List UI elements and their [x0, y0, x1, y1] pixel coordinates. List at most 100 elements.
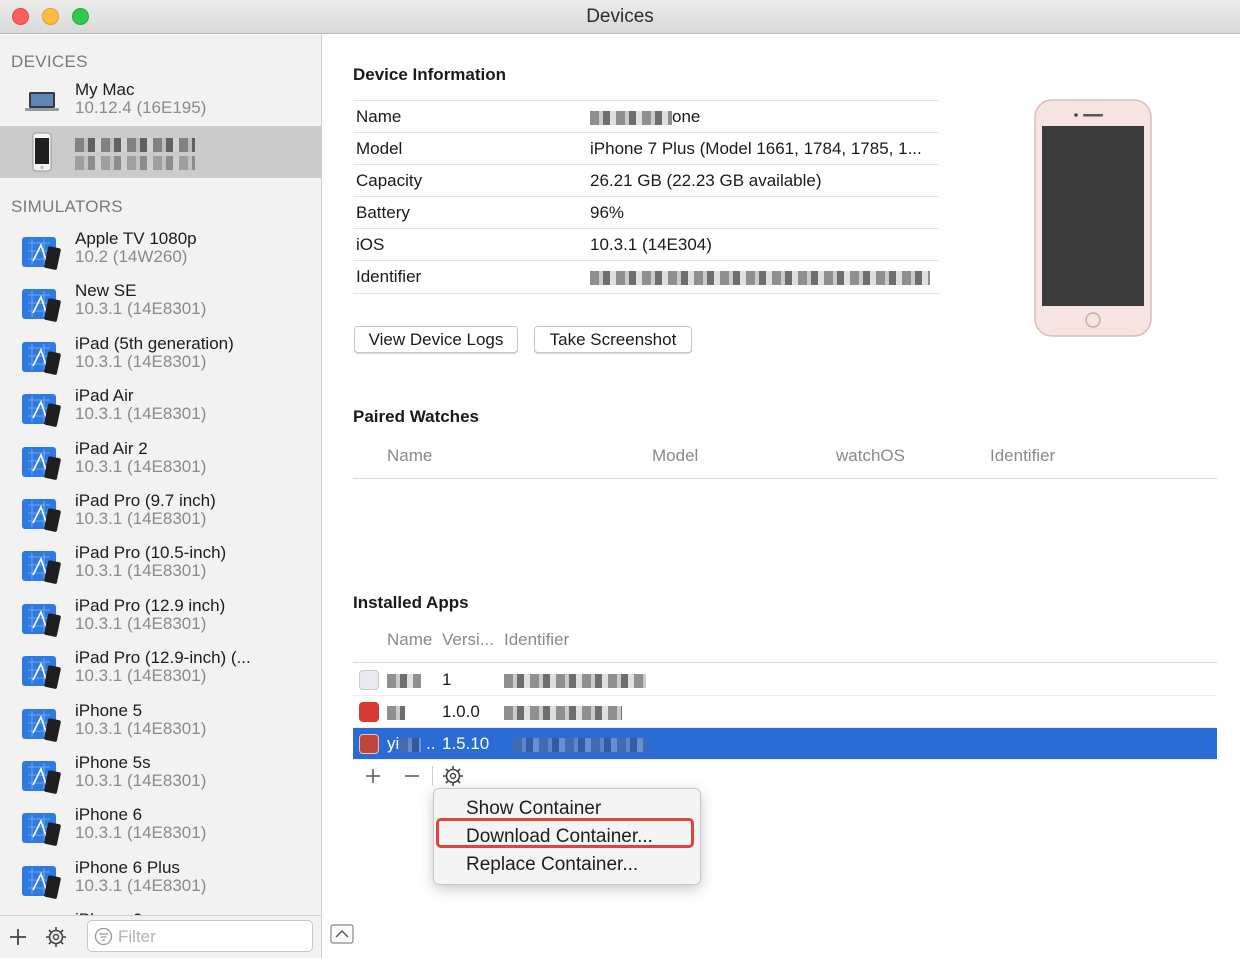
simulator-os-version: 10.2 (14W260) [75, 247, 188, 266]
title-bar: Devices [0, 0, 1240, 34]
info-label: iOS [356, 235, 385, 254]
device-information-title: Device Information [353, 65, 507, 84]
simulator-item[interactable]: iPhone 6 10.3.1 (14E8301) [0, 800, 321, 852]
device-item-iphone[interactable] [0, 126, 321, 178]
simulator-name: Apple TV 1080p [75, 229, 197, 248]
simulator-name: iPad Air 2 [75, 438, 148, 458]
simulator-os-version: 10.3.1 (14E8301) [75, 404, 207, 424]
simulator-os-version: 10.3.1 (14E8301) [75, 666, 207, 686]
app-identifier-redacted [504, 670, 646, 690]
view-device-logs-button[interactable]: View Device Logs [354, 326, 518, 353]
app-identifier-redacted [513, 734, 647, 754]
info-value-redacted [590, 267, 930, 287]
info-label: Name [356, 107, 402, 126]
info-row-battery: Battery 96% [353, 196, 940, 228]
simulator-icon [22, 394, 61, 428]
simulator-icon [22, 551, 61, 585]
column-header-watchos[interactable]: watchOS [836, 446, 905, 466]
info-label: Model [356, 139, 403, 158]
simulator-icon [22, 708, 61, 742]
device-os-redacted [75, 152, 195, 172]
column-header-version[interactable]: Versi... [442, 630, 494, 650]
column-header-name[interactable]: Name [387, 446, 432, 466]
simulator-name: iPhone 5 [75, 700, 143, 720]
simulator-name: iPad Pro (10.5-inch) [75, 543, 227, 563]
column-header-name[interactable]: Name [387, 630, 432, 650]
simulator-item[interactable]: iPhone 6 Plus 10.3.1 (14E8301) [0, 853, 321, 905]
menu-item-replace-container[interactable]: Replace Container... [466, 854, 638, 876]
menu-item-show-container[interactable]: Show Container [466, 798, 601, 820]
simulator-icon [22, 761, 61, 794]
simulator-item[interactable]: iPad Pro (10.5-inch) 10.3.1 (14E8301) [0, 538, 321, 590]
add-app-button[interactable] [364, 767, 382, 785]
simulator-os-version: 10.3.1 (14E8301) [75, 718, 207, 738]
add-device-button[interactable] [8, 927, 28, 947]
info-row-identifier: Identifier [353, 260, 940, 294]
filter-field[interactable]: Filter [87, 920, 313, 952]
simulator-item[interactable]: iPad Pro (12.9-inch) (... 10.3.1 (14E8301… [0, 643, 321, 695]
simulator-item[interactable]: iPad Air 10.3.1 (14E8301) [0, 381, 321, 433]
simulator-os-version: 10.3.1 (14E8301) [75, 351, 207, 371]
info-value: 10.3.1 (14E304) [590, 235, 712, 254]
app-shield-icon [359, 702, 379, 722]
simulator-item[interactable]: iPad Air 2 10.3.1 (14E8301) [0, 434, 321, 486]
simulator-item[interactable]: New SE 10.3.1 (14E8301) [0, 276, 321, 328]
simulator-name: iPad Air [75, 386, 134, 406]
simulator-name: New SE [75, 281, 137, 301]
column-header-identifier[interactable]: Identifier [504, 630, 569, 650]
simulators-header: SIMULATORS [11, 197, 123, 216]
simulator-name: iPad (5th generation) [75, 333, 234, 353]
column-header-model[interactable]: Model [652, 446, 698, 466]
info-row-model: Model iPhone 7 Plus (Model 1661, 1784, 1… [353, 132, 940, 164]
info-value: 96% [590, 203, 625, 222]
take-screenshot-button[interactable]: Take Screenshot [534, 326, 692, 353]
devices-header: DEVICES [11, 52, 88, 71]
info-row-capacity: Capacity 26.21 GB (22.23 GB available) [353, 164, 940, 196]
app-version: 1.5.10 [442, 734, 490, 753]
simulator-os-version: 10.3.1 (14E8301) [75, 509, 207, 528]
info-label: Capacity [356, 171, 423, 190]
device-item-my-mac[interactable]: My Mac 10.12.4 (16E195) [0, 75, 321, 127]
app-name-redacted [387, 702, 405, 722]
info-label: Battery [356, 203, 410, 222]
simulator-item[interactable]: iPad (5th generation) 10.3.1 (14E8301) [0, 329, 321, 381]
iphone-device-image [1034, 99, 1152, 337]
simulator-icon [22, 813, 61, 847]
toggle-panel-icon[interactable] [330, 924, 354, 944]
divider [353, 662, 1217, 663]
gear-icon[interactable] [45, 926, 67, 948]
simulator-name: iPhone 6 [75, 805, 143, 825]
app-name-redacted [387, 670, 421, 690]
toolbar-separator [432, 766, 433, 786]
app-row-selected[interactable]: yi .. 1.5.10 [353, 728, 1217, 760]
app-icon [359, 670, 379, 690]
window-title: Devices [586, 6, 654, 27]
simulator-icon [22, 237, 61, 270]
simulator-icon [22, 446, 61, 480]
simulator-icon [22, 865, 61, 899]
app-row[interactable]: 1.0.0 [353, 696, 1217, 728]
info-row-name: Name one [353, 100, 940, 132]
simulator-item[interactable]: Apple TV 1080p 10.2 (14W260) [0, 224, 321, 276]
simulator-icon [22, 289, 61, 323]
app-settings-gear-icon[interactable] [442, 765, 464, 787]
column-header-identifier[interactable]: Identifier [990, 446, 1055, 466]
highlight-ring [436, 818, 694, 848]
simulator-os-version: 10.3.1 (14E8301) [75, 456, 207, 476]
simulator-icon [22, 341, 61, 375]
remove-app-button[interactable] [403, 767, 421, 785]
simulator-icon [22, 603, 61, 637]
simulator-os-version: 10.3.1 (14E8301) [75, 823, 207, 843]
simulator-item[interactable]: iPhone 5s 10.3.1 (14E8301) [0, 748, 321, 800]
installed-apps-title: Installed Apps [353, 593, 469, 612]
info-value: iPhone 7 Plus (Model 1661, 1784, 1785, 1… [590, 139, 922, 158]
simulator-os-version: 10.3.1 (14E8301) [75, 875, 207, 895]
app-row[interactable]: 1 [353, 664, 1217, 696]
simulator-item[interactable]: iPhone 5 10.3.1 (14E8301) [0, 696, 321, 748]
simulator-os-version: 10.3.1 (14E8301) [75, 613, 207, 633]
filter-placeholder: Filter [118, 927, 156, 946]
app-version: 1 [442, 670, 452, 689]
simulator-item[interactable]: iPad Pro (9.7 inch) 10.3.1 (14E8301) [0, 486, 321, 538]
simulator-item[interactable]: iPad Pro (12.9 inch) 10.3.1 (14E8301) [0, 591, 321, 643]
app-version: 1.0.0 [442, 702, 480, 721]
